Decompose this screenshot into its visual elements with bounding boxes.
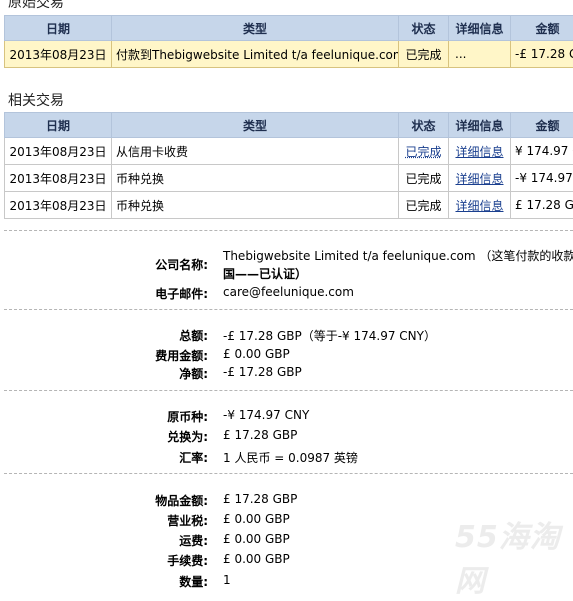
cell-type: 付款到Thebigwebsite Limited t/a feelunique.…	[111, 40, 399, 68]
related-transactions-table: 日期 类型 状态 详细信息 金额 2013年08月23日 从信用卡收费 已完成 …	[4, 112, 573, 219]
table-row: 2013年08月23日 币种兑换 已完成 详细信息 £ 17.28 GBP	[4, 191, 573, 219]
original-currency-label: 原币种:	[167, 410, 208, 424]
detail-link[interactable]: 详细信息	[455, 172, 503, 186]
column-header-date: 日期	[4, 15, 112, 41]
handling-fee-label: 手续费:	[167, 554, 208, 568]
divider	[4, 473, 573, 474]
cell-status[interactable]: 已完成	[398, 137, 449, 165]
column-header-detail: 详细信息	[448, 15, 511, 41]
cell-detail: 详细信息	[448, 164, 511, 192]
cell-status: 已完成	[398, 164, 449, 192]
divider	[4, 309, 573, 310]
handling-fee-value: £ 0.00 GBP	[223, 552, 290, 566]
table-row: 2013年08月23日 从信用卡收费 已完成 详细信息 ¥ 174.97 CNY	[4, 137, 573, 165]
email-label: 电子邮件:	[155, 287, 208, 301]
fee-label: 费用金额:	[155, 349, 208, 363]
cell-detail: 详细信息	[448, 137, 511, 165]
shipping-value: £ 0.00 GBP	[223, 532, 290, 546]
column-header-detail: 详细信息	[448, 112, 511, 138]
original-currency-value: -¥ 174.97 CNY	[223, 408, 310, 422]
cell-type: 从信用卡收费	[111, 137, 399, 165]
original-transaction-table: 日期 类型 状态 详细信息 金额 2013年08月23日 付款到Thebigwe…	[4, 15, 573, 68]
column-header-type: 类型	[111, 112, 399, 138]
company-name-value: Thebigwebsite Limited t/a feelunique.com…	[223, 249, 573, 263]
column-header-amount: 金额	[510, 15, 573, 41]
gross-value: -£ 17.28 GBP（等于-¥ 174.97 CNY）	[223, 329, 436, 343]
sales-tax-value: £ 0.00 GBP	[223, 512, 290, 526]
detail-ellipsis: ...	[455, 47, 467, 61]
sales-tax-label: 营业税:	[167, 514, 208, 528]
converted-to-label: 兑换为:	[167, 430, 208, 444]
section-title-related: 相关交易	[8, 93, 64, 109]
cell-status: 已完成	[398, 40, 449, 68]
exchange-rate-value: 1 人民币 = 0.0987 英镑	[223, 451, 358, 465]
cell-amount: -£ 17.28 GBP	[510, 40, 573, 68]
email-value: care@feelunique.com	[223, 285, 354, 299]
fee-value: £ 0.00 GBP	[223, 347, 290, 361]
cell-date: 2013年08月23日	[4, 164, 112, 192]
company-name-value-cont: 国——已认证）	[223, 267, 308, 281]
net-label: 净额:	[179, 367, 208, 381]
column-header-amount: 金额	[510, 112, 573, 138]
table-header-row: 日期 类型 状态 详细信息 金额	[4, 15, 573, 41]
cell-date: 2013年08月23日	[4, 137, 112, 165]
table-row: 2013年08月23日 币种兑换 已完成 详细信息 -¥ 174.97 CNY	[4, 164, 573, 192]
cell-detail: ...	[448, 40, 511, 68]
net-value: -£ 17.28 GBP	[223, 365, 302, 379]
gross-label: 总额:	[179, 329, 208, 343]
column-header-type: 类型	[111, 15, 399, 41]
cell-detail: 详细信息	[448, 191, 511, 219]
table-header-row: 日期 类型 状态 详细信息 金额	[4, 112, 573, 138]
cell-status: 已完成	[398, 191, 449, 219]
shipping-label: 运费:	[179, 534, 208, 548]
cell-amount: ¥ 174.97 CNY	[510, 137, 573, 165]
watermark-logo: 55海淘网	[455, 520, 561, 599]
item-amount-label: 物品金额:	[155, 494, 208, 508]
cell-amount: £ 17.28 GBP	[510, 191, 573, 219]
cell-type: 币种兑换	[111, 164, 399, 192]
column-header-status: 状态	[398, 15, 449, 41]
cell-type: 币种兑换	[111, 191, 399, 219]
cell-date: 2013年08月23日	[4, 191, 112, 219]
item-amount-value: £ 17.28 GBP	[223, 492, 298, 506]
table-row: 2013年08月23日 付款到Thebigwebsite Limited t/a…	[4, 40, 573, 68]
status-link[interactable]: 已完成	[405, 145, 441, 159]
quantity-label: 数量:	[179, 575, 208, 589]
detail-link[interactable]: 详细信息	[455, 145, 503, 159]
company-name-label: 公司名称:	[155, 258, 208, 272]
column-header-status: 状态	[398, 112, 449, 138]
exchange-rate-label: 汇率:	[179, 451, 208, 465]
cell-amount: -¥ 174.97 CNY	[510, 164, 573, 192]
divider	[4, 390, 573, 391]
column-header-date: 日期	[4, 112, 112, 138]
detail-link[interactable]: 详细信息	[455, 199, 503, 213]
divider	[4, 230, 573, 231]
converted-to-value: £ 17.28 GBP	[223, 428, 298, 442]
cell-date: 2013年08月23日	[4, 40, 112, 68]
quantity-value: 1	[223, 573, 231, 587]
section-title-original: 原始交易	[8, 0, 64, 11]
